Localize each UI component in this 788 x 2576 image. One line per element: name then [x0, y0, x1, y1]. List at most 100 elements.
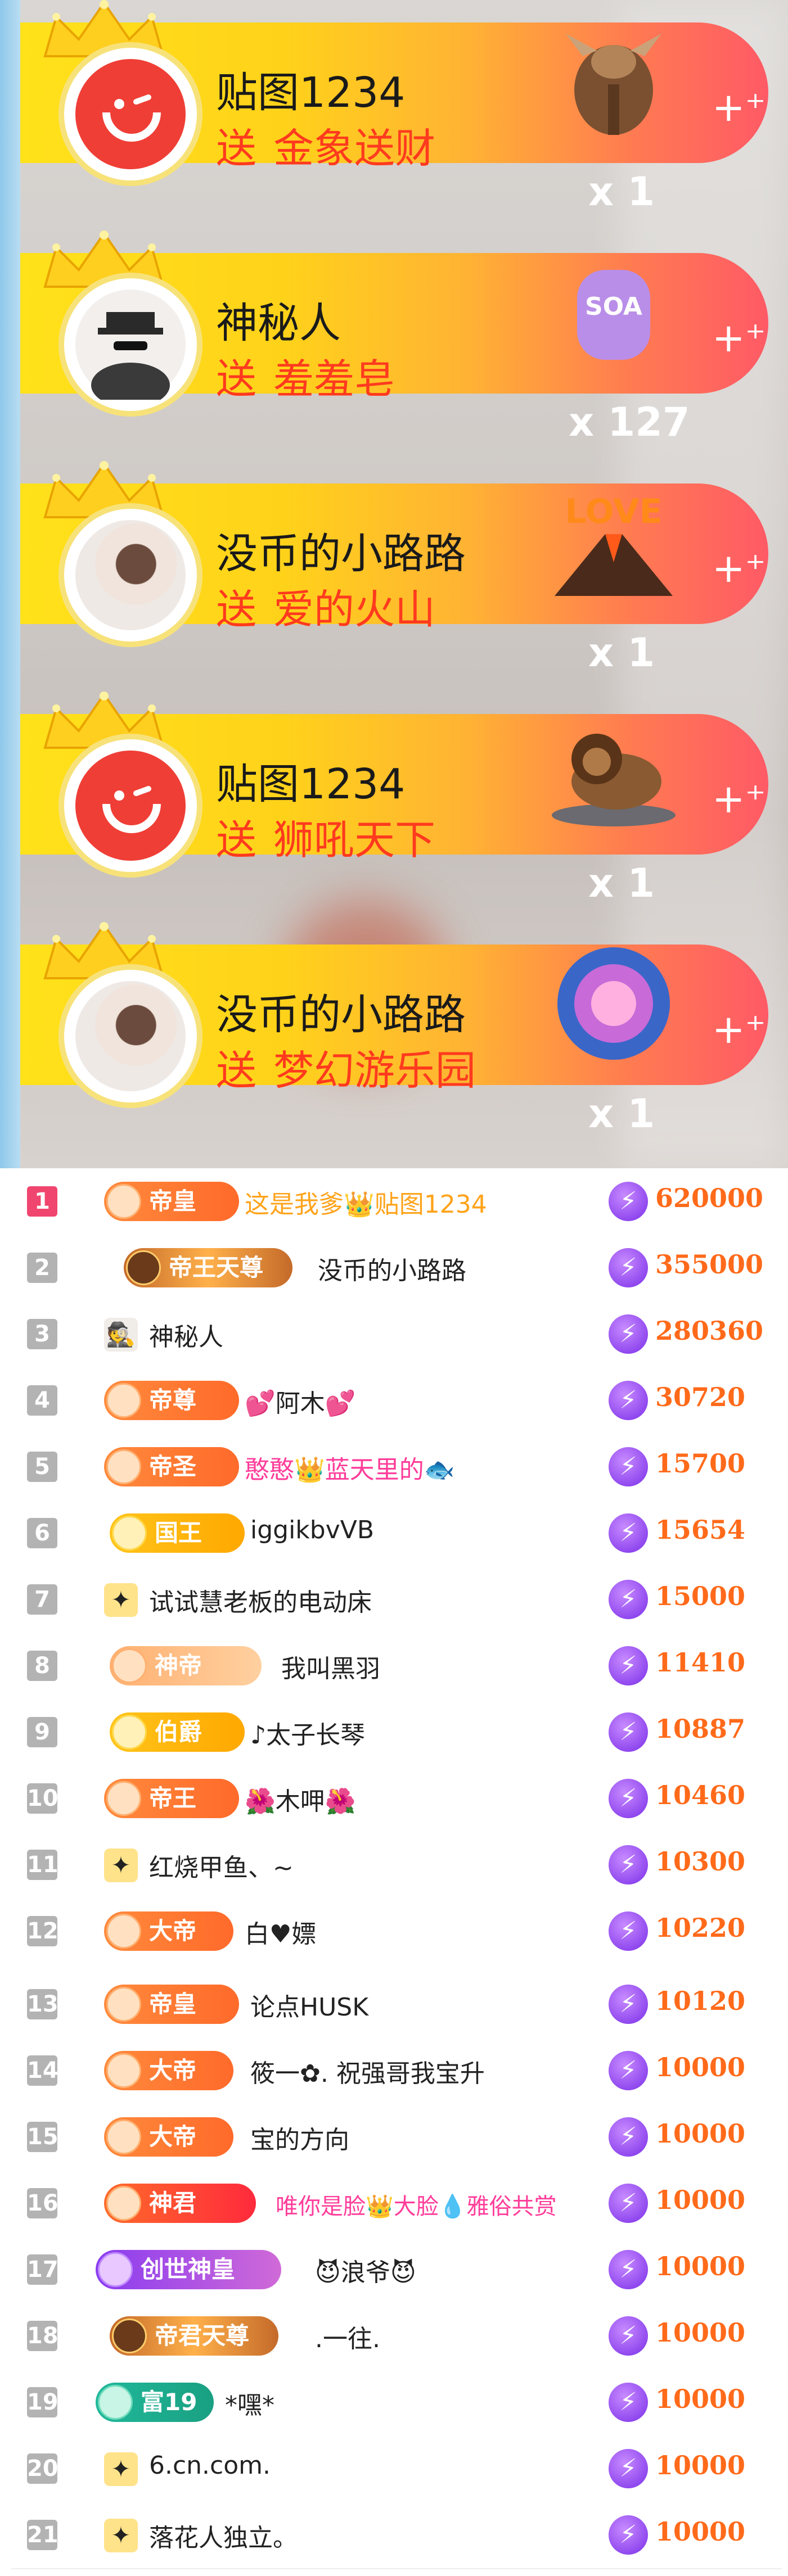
badge-icon — [112, 1715, 147, 1750]
level-badge: 帝皇 — [104, 1985, 239, 2024]
score: 10220 — [655, 1913, 746, 1943]
gift-count: x 127 — [569, 399, 690, 445]
bee-icon: ✦ — [104, 1583, 138, 1617]
badge-icon — [126, 1250, 161, 1285]
ranking-row[interactable]: 12 大帝 白♥嫖 ⚡ 10220 — [11, 1898, 782, 1972]
amusement-park-gift-icon — [557, 947, 670, 1060]
user-name: 宝的方向 — [250, 2126, 349, 2154]
ranking-row[interactable]: 2 帝王天尊 没币的小路路 ⚡ 355000 — [11, 1235, 782, 1302]
user-name: iggikbvVB — [250, 1516, 375, 1544]
ranking-row[interactable]: 7 ✦ 试试慧老板的电动床 ⚡ 15000 — [11, 1566, 782, 1634]
gift-sender-name: 贴图1234 — [216, 69, 406, 117]
ranking-row[interactable]: 11 ✦ 红烧甲鱼、~ ⚡ 10300 — [11, 1832, 782, 1899]
gift-sender-name: 没币的小路路 — [216, 530, 466, 578]
level-badge: 富19 — [96, 2383, 214, 2422]
level-badge: 大帝 — [104, 2117, 233, 2157]
avatar[interactable] — [64, 970, 197, 1102]
rank-number: 11 — [27, 1850, 58, 1880]
lightning-coin-icon: ⚡ — [609, 2117, 648, 2157]
level-badge: 帝君天尊 — [110, 2316, 278, 2356]
rank-number: 15 — [27, 2122, 58, 2152]
score: 10000 — [655, 2450, 746, 2480]
ranking-row[interactable]: 15 大帝 宝的方向 ⚡ 10000 — [11, 2104, 782, 2171]
user-name: ♪太子长琴 — [250, 1721, 366, 1750]
ranking-row[interactable]: 16 神君 唯你是脸👑大脸💧雅俗共赏 ⚡ 10000 — [11, 2170, 782, 2238]
user-name: 💕阿木💕 — [245, 1389, 356, 1418]
soap-gift-icon: SOA — [577, 270, 650, 360]
ranking-row[interactable]: 5 帝圣 憨憨👑蓝天里的🐟 ⚡ 15700 — [11, 1434, 782, 1501]
ranking-row[interactable]: 10 帝王 🌺木呷🌺 ⚡ 10460 — [11, 1765, 782, 1833]
lightning-coin-icon: ⚡ — [609, 1779, 648, 1818]
user-name: 6.cn.com. — [149, 2451, 271, 2480]
user-name: 我叫黑羽 — [281, 1655, 380, 1683]
rank-number: 6 — [27, 1518, 57, 1548]
ranking-row[interactable]: 9 伯爵 ♪太子长琴 ⚡ 10887 — [11, 1699, 782, 1766]
lightning-coin-icon: ⚡ — [609, 1447, 648, 1486]
level-badge: 帝王天尊 — [124, 1248, 292, 1287]
badge-icon — [106, 1987, 141, 2022]
score: 15000 — [655, 1581, 746, 1611]
rank-number: 7 — [27, 1584, 57, 1615]
lightning-coin-icon: ⚡ — [609, 1182, 648, 1221]
lightning-coin-icon: ⚡ — [609, 1580, 648, 1619]
score: 10000 — [655, 2251, 746, 2281]
sparkle-icon: +⁺ — [712, 776, 766, 822]
rank-number: 1 — [27, 1186, 57, 1217]
lightning-coin-icon: ⚡ — [609, 1985, 648, 2024]
ranking-row[interactable]: 6 国王 iggikbvVB ⚡ 15654 — [11, 1500, 782, 1567]
rank-number: 14 — [27, 2055, 58, 2086]
user-name: 🌺木呷🌺 — [245, 1787, 356, 1816]
avatar[interactable] — [64, 509, 197, 641]
level-badge: 大帝 — [104, 1911, 233, 1951]
lightning-coin-icon: ⚡ — [609, 1911, 648, 1951]
gift-description: 送狮吼天下 — [216, 807, 435, 866]
badge-icon — [106, 1914, 141, 1949]
user-name: 神秘人 — [149, 1323, 223, 1352]
gift-card: 贴图1234 送金象送财 x 1 +⁺ — [20, 0, 768, 215]
badge-icon — [106, 1781, 141, 1816]
score: 10120 — [655, 1986, 746, 2016]
ranking-row[interactable]: 20 ✦ 6.cn.com. ⚡ 10000 — [11, 2435, 782, 2503]
spy-icon: 🕵 — [104, 1318, 138, 1352]
ranking-row[interactable]: 8 神帝 我叫黑羽 ⚡ 11410 — [11, 1633, 782, 1700]
ranking-row[interactable]: 14 大帝 筱一✿. 祝强哥我宝升 ⚡ 10000 — [11, 2037, 782, 2105]
lightning-coin-icon: ⚡ — [609, 1314, 648, 1354]
score: 10000 — [655, 2118, 746, 2149]
ranking-row[interactable]: 18 帝君天尊 .一往. ⚡ 10000 — [11, 2303, 782, 2370]
score: 10000 — [655, 2185, 746, 2215]
gift-description: 送羞羞皂 — [216, 346, 395, 405]
score: 10000 — [655, 2317, 746, 2348]
avatar[interactable] — [64, 278, 197, 411]
rank-number: 2 — [27, 1253, 57, 1283]
rank-number: 8 — [27, 1651, 57, 1681]
gift-sender-name: 神秘人 — [216, 299, 341, 347]
avatar[interactable] — [64, 48, 197, 180]
lightning-coin-icon: ⚡ — [609, 2449, 648, 2488]
score: 11410 — [655, 1647, 746, 1678]
user-name: 白♥嫖 — [245, 1920, 317, 1949]
score: 30720 — [655, 1382, 746, 1412]
rank-number: 16 — [27, 2188, 58, 2218]
ranking-row[interactable]: 4 帝尊 💕阿木💕 ⚡ 30720 — [11, 1367, 782, 1435]
lightning-coin-icon: ⚡ — [609, 2051, 648, 2090]
badge-icon — [98, 2385, 133, 2420]
bee-icon: ✦ — [104, 2452, 138, 2486]
lightning-coin-icon: ⚡ — [609, 1248, 648, 1287]
ranking-row[interactable]: 21 ✦ 落花人独立。 ⚡ 10000 — [11, 2502, 782, 2569]
lightning-coin-icon: ⚡ — [609, 1712, 648, 1752]
lightning-coin-icon: ⚡ — [609, 1646, 648, 1685]
ranking-row[interactable]: 3 🕵 神秘人 ⚡ 280360 — [11, 1301, 782, 1368]
left-edge-strip — [0, 0, 20, 1168]
score: 280360 — [655, 1316, 764, 1346]
gift-count: x 1 — [588, 169, 655, 215]
ranking-row[interactable]: 1 帝皇 这是我爹👑贴图1234 ⚡ 620000 — [11, 1168, 782, 1236]
ranking-row[interactable]: 13 帝皇 论点HUSK ⚡ 10120 — [11, 1971, 782, 2039]
badge-icon — [106, 2119, 141, 2154]
ranking-row[interactable]: 17 创世神皇 😈浪爷😈 ⚡ 10000 — [11, 2236, 782, 2304]
avatar[interactable] — [64, 739, 197, 872]
level-badge: 神帝 — [110, 1646, 262, 1685]
gift-verb: 送 — [216, 586, 257, 633]
gift-name: 金象送财 — [273, 125, 436, 172]
bee-icon: ✦ — [104, 1849, 138, 1882]
ranking-row[interactable]: 19 富19 *嘿* ⚡ 10000 — [11, 2369, 782, 2437]
